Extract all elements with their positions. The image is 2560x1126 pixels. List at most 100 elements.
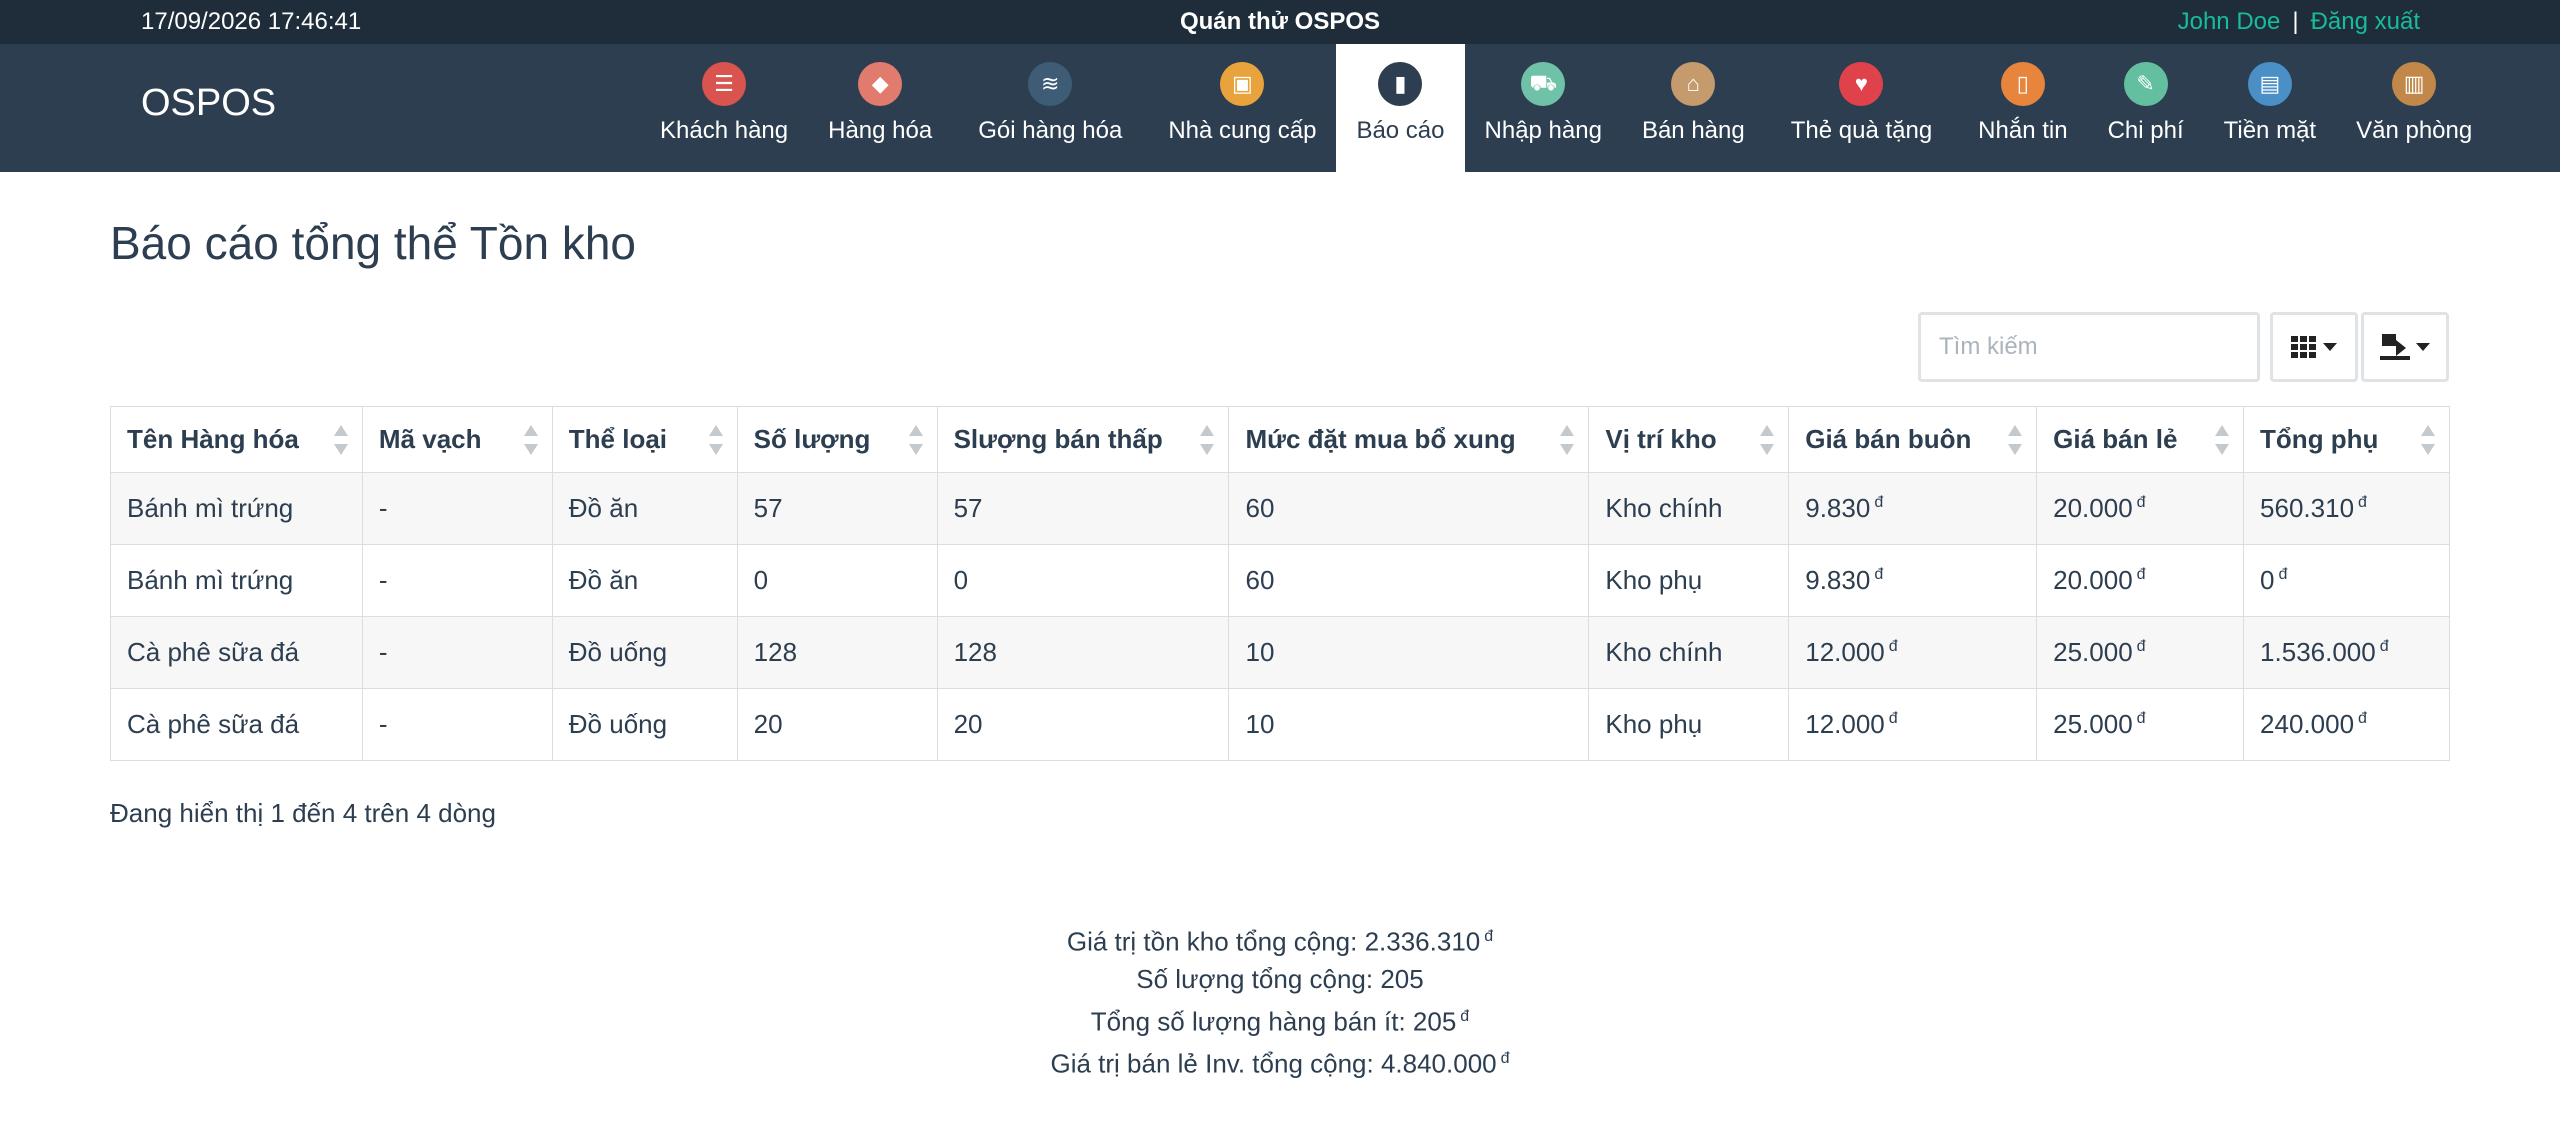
column-header[interactable]: Tổng phụ [2243, 406, 2450, 473]
table-cell: 240.000 đ [2243, 688, 2450, 761]
cell-value: Kho phụ [1605, 565, 1703, 595]
brand-logo[interactable]: OSPOS [141, 44, 276, 162]
table-cell: 20 [936, 688, 1230, 761]
logout-link[interactable]: Đăng xuất [2311, 8, 2420, 35]
cell-value: - [378, 493, 388, 523]
shop-name: Quán thử OSPOS [1179, 8, 1381, 35]
column-header[interactable]: Giá bán lẻ [2036, 406, 2245, 473]
table-cell: 57 [936, 472, 1230, 545]
cell-value: Bánh mì trứng [127, 565, 294, 595]
nav-item-6[interactable]: ⌂ Bán hàng [1622, 44, 1765, 172]
nav-item-label: Nhập hàng [1484, 117, 1602, 144]
phone-icon: ▯ [2000, 62, 2045, 106]
currency-symbol: đ [1460, 1007, 1470, 1025]
cell-value: 20 [953, 709, 983, 739]
cell-value: Cà phê sữa đá [127, 637, 300, 667]
nav-item-label: Chi phí [2107, 117, 2184, 144]
nav-item-label: Nhắn tin [1978, 117, 2068, 144]
hand-truck-icon: ⛟ [1521, 62, 1566, 106]
bar-chart-icon: ▮ [1378, 62, 1423, 106]
cell-value: Kho chính [1605, 637, 1723, 667]
basket-icon: ⌂ [1671, 62, 1716, 106]
currency-symbol: đ [1874, 566, 1884, 584]
cell-value: Kho chính [1605, 493, 1723, 523]
nav-item-0[interactable]: ☰ Khách hàng [640, 44, 808, 172]
cell-value: 60 [1245, 493, 1275, 523]
column-header-label: Giá bán lẻ [2053, 424, 2178, 454]
export-button[interactable] [2361, 312, 2449, 382]
sort-icon [708, 424, 723, 455]
nav-item-label: Thẻ quà tặng [1790, 117, 1933, 144]
table-cell: 1.536.000 đ [2243, 616, 2450, 689]
cell-value: 0 [953, 565, 969, 595]
nav-item-7[interactable]: ♥ Thẻ quà tặng [1765, 44, 1958, 172]
table-cell: Kho phụ [1588, 544, 1790, 617]
caret-down-icon [2323, 343, 2337, 351]
nav-item-label: Gói hàng hóa [978, 117, 1123, 144]
currency-symbol: đ [1888, 710, 1898, 728]
nav-item-4[interactable]: ▮ Báo cáo [1336, 44, 1465, 172]
column-header[interactable]: Tên Hàng hóa [110, 406, 363, 473]
layers-icon: ≋ [1028, 62, 1073, 106]
nav-item-2[interactable]: ≋ Gói hàng hóa [952, 44, 1148, 172]
sort-icon [2421, 424, 2435, 455]
nav-item-9[interactable]: ✎ Chi phí [2088, 44, 2204, 172]
summary-text: Giá trị tồn kho tổng cộng: 2.336.310 [1066, 926, 1481, 957]
cell-value: 20.000 [2053, 493, 2133, 523]
currency-symbol: đ [1484, 928, 1494, 945]
nav-item-3[interactable]: ▣ Nhà cung cấp [1148, 44, 1336, 172]
sort-icon [523, 424, 538, 455]
search-input[interactable] [1918, 312, 2260, 382]
user-name-link[interactable]: John Doe [2178, 8, 2281, 35]
column-header[interactable]: Giá bán buôn [1788, 406, 2038, 473]
table-cell: 560.310 đ [2243, 472, 2450, 545]
nav-item-5[interactable]: ⛟ Nhập hàng [1465, 44, 1622, 172]
table-cell: 20.000 đ [2036, 544, 2245, 617]
nav-item-label: Tiền mặt [2223, 117, 2317, 144]
cell-value: 12.000 [1805, 637, 1885, 667]
cell-value: 57 [953, 493, 983, 523]
currency-symbol: đ [1500, 1050, 1510, 1068]
currency-symbol: đ [1874, 494, 1884, 512]
notepad-icon: ✎ [2123, 62, 2168, 106]
column-header[interactable]: Số lượng [736, 406, 938, 473]
nav-item-11[interactable]: ▥ Văn phòng [2336, 44, 2492, 172]
sort-icon [1760, 424, 1775, 455]
table-cell: Cà phê sữa đá [110, 688, 363, 761]
summary-line: Tổng số lượng hàng bán ít: 205 đ [0, 998, 2560, 1041]
summary-line: Giá trị bán lẻ Inv. tổng cộng: 4.840.000… [0, 1040, 2560, 1083]
cell-value: 9.830 [1805, 493, 1871, 523]
column-header-label: Thể loại [568, 424, 668, 454]
nav-item-1[interactable]: ◆ Hàng hóa [808, 44, 952, 172]
table-row: Cà phê sữa đá - Đồ uống 128 128 10 Kho chính 12… [110, 616, 2450, 689]
table-cell: 0 [736, 544, 938, 617]
column-header[interactable]: Mức đặt mua bổ xung [1228, 406, 1590, 473]
summary-text: Tổng số lượng hàng bán ít: 205 [1090, 1006, 1457, 1037]
table-cell: 0đ [2243, 544, 2450, 617]
heart-icon: ♥ [1839, 62, 1884, 106]
cell-value: 25.000 [2053, 709, 2133, 739]
column-header[interactable]: Slượng bán thấp [936, 406, 1230, 473]
column-header[interactable]: Thể loại [551, 406, 738, 473]
table-cell: Đồ uống [551, 688, 738, 761]
address-book-icon: ☰ [702, 62, 747, 106]
table-cell: 10 [1228, 616, 1590, 689]
currency-symbol: đ [2379, 638, 2389, 656]
column-header[interactable]: Vị trí kho [1588, 406, 1790, 473]
briefcase-icon: ▣ [1220, 62, 1265, 106]
currency-symbol: đ [2358, 494, 2367, 512]
nav-menu: ☰ Khách hàng ◆ Hàng hóa ≋ Gói hàng hóa ▣ Nhà cu… [640, 44, 2492, 172]
price-tag-icon: ◆ [858, 62, 903, 106]
cell-value: 25.000 [2053, 637, 2133, 667]
column-header-label: Mã vạch [378, 424, 482, 454]
sort-icon [333, 424, 348, 455]
cell-value: 9.830 [1805, 565, 1871, 595]
column-header[interactable]: Mã vạch [361, 406, 553, 473]
nav-item-8[interactable]: ▯ Nhắn tin [1958, 44, 2087, 172]
table-cell: 60 [1228, 544, 1590, 617]
nav-item-10[interactable]: ▤ Tiền mặt [2204, 44, 2336, 172]
cell-value: Đồ ăn [568, 493, 639, 523]
columns-toggle-button[interactable] [2270, 312, 2358, 382]
cell-value: 128 [753, 637, 798, 667]
table-cell: - [361, 616, 553, 689]
